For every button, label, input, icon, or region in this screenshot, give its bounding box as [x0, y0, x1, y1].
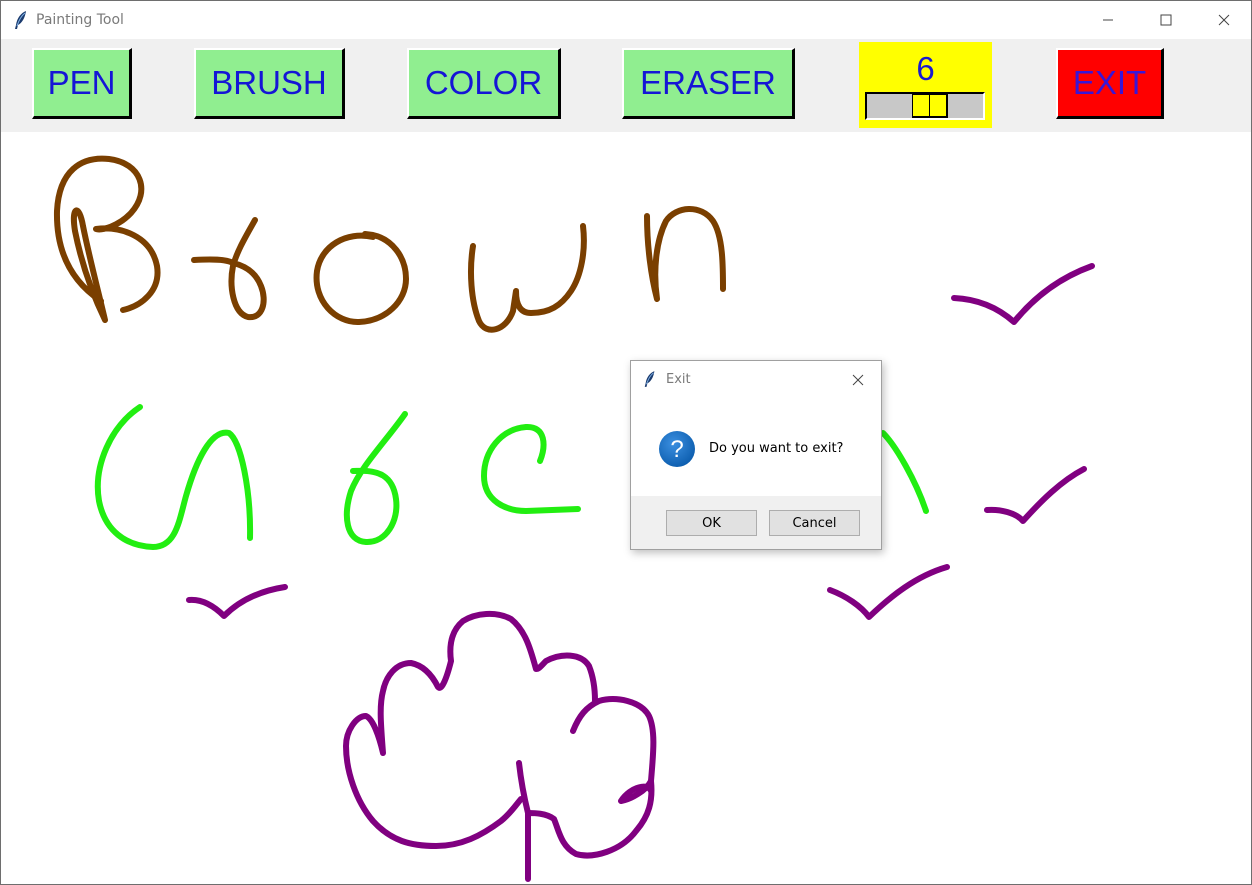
cancel-button[interactable]: Cancel — [769, 510, 860, 536]
close-icon — [852, 374, 864, 386]
brush-size-slider[interactable] — [865, 92, 985, 120]
minimize-button[interactable] — [1079, 1, 1137, 39]
brush-size-control: 6 — [859, 42, 992, 128]
dialog-title: Exit — [666, 372, 691, 387]
drawing-canvas[interactable] — [1, 132, 1251, 884]
slider-handle[interactable] — [912, 94, 948, 118]
svg-text:?: ? — [670, 436, 683, 463]
window-title: Painting Tool — [36, 12, 124, 28]
dialog-title-bar: Exit — [631, 361, 881, 399]
feather-icon — [644, 371, 655, 387]
brush-button[interactable]: BRUSH — [194, 48, 345, 119]
title-bar: Painting Tool — [1, 1, 1251, 39]
dialog-close-button[interactable] — [847, 369, 869, 391]
painting-tool-window: Painting Tool PEN BRUSH COLOR ERASER 6 E… — [0, 0, 1252, 885]
exit-dialog: Exit ? Do you want to exit? OK Cancel — [630, 360, 882, 550]
eraser-button[interactable]: ERASER — [622, 48, 795, 119]
maximize-icon — [1160, 14, 1172, 26]
brown-handwriting-strokes — [53, 155, 726, 333]
minimize-icon — [1103, 19, 1113, 21]
pen-button[interactable]: PEN — [32, 48, 132, 119]
purple-drawing-strokes — [186, 263, 1095, 882]
dialog-message: Do you want to exit? — [709, 441, 844, 456]
exit-button[interactable]: EXIT — [1056, 48, 1164, 119]
question-icon: ? — [659, 431, 695, 467]
color-button[interactable]: COLOR — [407, 48, 561, 119]
drawing-strokes — [53, 155, 1095, 882]
close-icon — [1218, 14, 1230, 26]
brush-size-value: 6 — [916, 50, 935, 87]
maximize-button[interactable] — [1137, 1, 1195, 39]
feather-icon — [15, 11, 26, 29]
ok-button[interactable]: OK — [666, 510, 757, 536]
toolbar: PEN BRUSH COLOR ERASER 6 EXIT — [1, 39, 1251, 132]
dialog-footer: OK Cancel — [631, 496, 881, 549]
close-button[interactable] — [1195, 1, 1251, 39]
